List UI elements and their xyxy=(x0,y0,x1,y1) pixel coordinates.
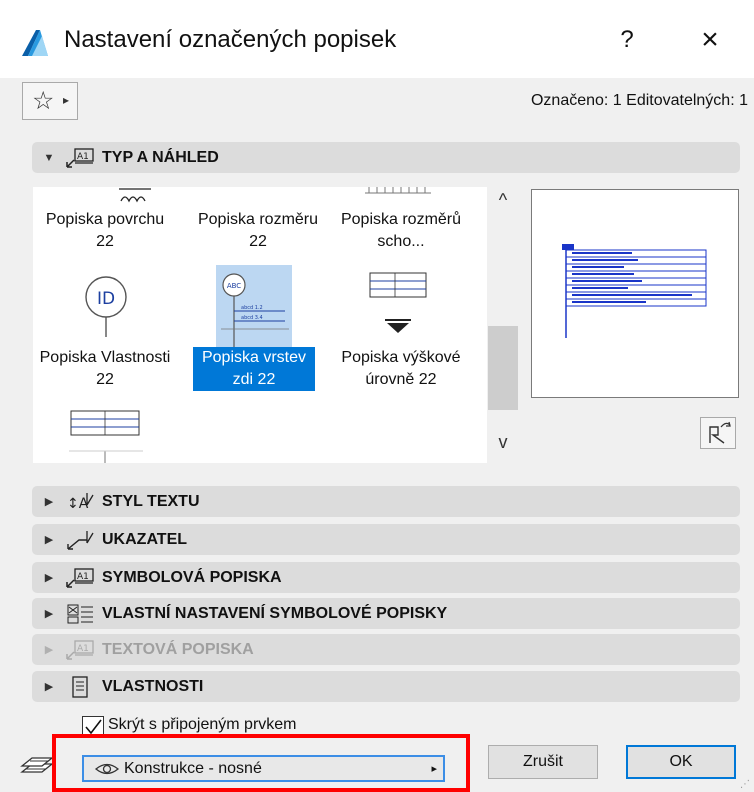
svg-text:A1: A1 xyxy=(77,572,89,582)
preview-rotate-icon xyxy=(709,421,731,444)
collapsed-arrow-icon: ▶ xyxy=(44,608,54,620)
ok-button[interactable]: OK xyxy=(626,745,736,779)
preview-drawing xyxy=(562,244,707,338)
custom-settings-icon xyxy=(62,601,98,627)
preview-view-button[interactable] xyxy=(700,417,736,449)
svg-text:ID: ID xyxy=(97,289,115,309)
surface-label-thumbnail xyxy=(119,188,151,203)
section-label: TYP A NÁHLED xyxy=(102,148,219,166)
help-button[interactable]: ? xyxy=(612,22,642,58)
wall-layer-label-thumbnail: ABC abcd 1.2 abcd 3.4 xyxy=(221,273,289,347)
elevation-label-thumbnail xyxy=(369,272,427,333)
section-label: UKAZATEL xyxy=(102,530,188,548)
section-vlastni-nastaveni[interactable]: ▶ VLASTNÍ NASTAVENÍ SYMBOLOVÉ POPISKY xyxy=(32,598,740,629)
section-textova-popiska: ▶ A1 TEXTOVÁ POPISKA xyxy=(32,634,740,665)
collapsed-arrow-icon: ▶ xyxy=(44,681,54,693)
svg-text:A1: A1 xyxy=(77,644,89,654)
section-ukazatel[interactable]: ▶ UKAZATEL xyxy=(32,524,740,555)
svg-text:abcd 1.2: abcd 1.2 xyxy=(241,305,263,311)
highlight-box xyxy=(52,734,470,792)
svg-text:↕A: ↕A xyxy=(67,496,89,512)
gallery-item-popiska-vrstev-zdi[interactable]: Popiska vrstev zdi 22 xyxy=(184,347,324,391)
svg-text:A1: A1 xyxy=(77,152,89,162)
collapsed-arrow-icon: ▶ xyxy=(44,572,54,584)
section-label: VLASTNÍ NASTAVENÍ SYMBOLOVÉ POPISKY xyxy=(102,604,448,622)
scroll-down-icon[interactable]: v xyxy=(488,432,518,458)
property-label-thumbnail: ID xyxy=(85,276,127,337)
label-type-icon: A1 xyxy=(62,145,98,171)
hide-with-element-label: Skrýt s připojeným prvkem xyxy=(108,716,297,733)
archicad-logo-icon xyxy=(22,30,48,56)
symbol-label-icon: A1 xyxy=(62,565,98,591)
cancel-button[interactable]: Zrušit xyxy=(488,745,598,779)
layers-icon xyxy=(20,757,54,773)
section-vlastnosti[interactable]: ▶ VLASTNOSTI xyxy=(32,671,740,702)
properties-icon xyxy=(62,674,98,700)
section-symbolova-popiska[interactable]: ▶ A1 SYMBOLOVÁ POPISKA xyxy=(32,562,740,593)
star-icon: ☆ xyxy=(32,87,55,115)
svg-text:abcd 3.4: abcd 3.4 xyxy=(241,315,263,321)
dropdown-arrow-icon: ▸ xyxy=(63,93,70,107)
gallery-scrollbar[interactable] xyxy=(488,187,518,463)
favorites-button[interactable]: ☆ ▸ xyxy=(22,82,78,120)
stair-label-thumbnail xyxy=(365,187,431,194)
gallery-item-popiska-vyskove-urovne[interactable]: Popiska výškové úrovně 22 xyxy=(331,347,471,391)
section-label: STYL TEXTU xyxy=(102,492,200,510)
text-style-icon: ↕A xyxy=(62,489,98,515)
scroll-thumb[interactable] xyxy=(488,326,518,410)
pointer-icon xyxy=(62,527,98,553)
section-typ-a-nahled[interactable]: ▼ A1 TYP A NÁHLED xyxy=(32,142,740,173)
section-styl-textu[interactable]: ▶ ↕A STYL TEXTU xyxy=(32,486,740,517)
label-type-gallery: Popiska povrchu 22 Popiska rozměru 22 Po… xyxy=(33,187,487,463)
gallery-item-popiska-vlastnosti[interactable]: Popiska Vlastnosti 22 xyxy=(35,347,175,391)
window-title: Nastavení označených popisek xyxy=(64,26,397,53)
collapsed-arrow-icon: ▶ xyxy=(44,496,54,508)
section-label: VLASTNOSTI xyxy=(102,677,204,695)
gallery-item-popiska-rozmeru-schodiste[interactable]: Popiska rozměrů scho... xyxy=(331,209,471,253)
collapsed-arrow-icon: ▶ xyxy=(44,644,54,656)
gallery-item-popiska-povrchu[interactable]: Popiska povrchu 22 xyxy=(35,209,175,253)
section-label: TEXTOVÁ POPISKA xyxy=(102,640,254,658)
selection-count: Označeno: 1 Editovatelných: 1 xyxy=(530,92,748,109)
label-preview xyxy=(531,189,739,398)
text-label-icon: A1 xyxy=(62,637,98,663)
resize-grip-icon[interactable]: ⋰ xyxy=(740,779,750,790)
section-label: SYMBOLOVÁ POPISKA xyxy=(102,568,282,586)
scroll-up-icon[interactable]: ^ xyxy=(488,190,518,216)
expanded-arrow-icon: ▼ xyxy=(43,151,55,164)
svg-text:ABC: ABC xyxy=(227,282,241,290)
collapsed-arrow-icon: ▶ xyxy=(44,534,54,546)
table-label-thumbnail xyxy=(69,410,143,463)
gallery-item-popiska-rozmeru[interactable]: Popiska rozměru 22 xyxy=(188,209,328,253)
close-button[interactable]: × xyxy=(690,22,730,58)
